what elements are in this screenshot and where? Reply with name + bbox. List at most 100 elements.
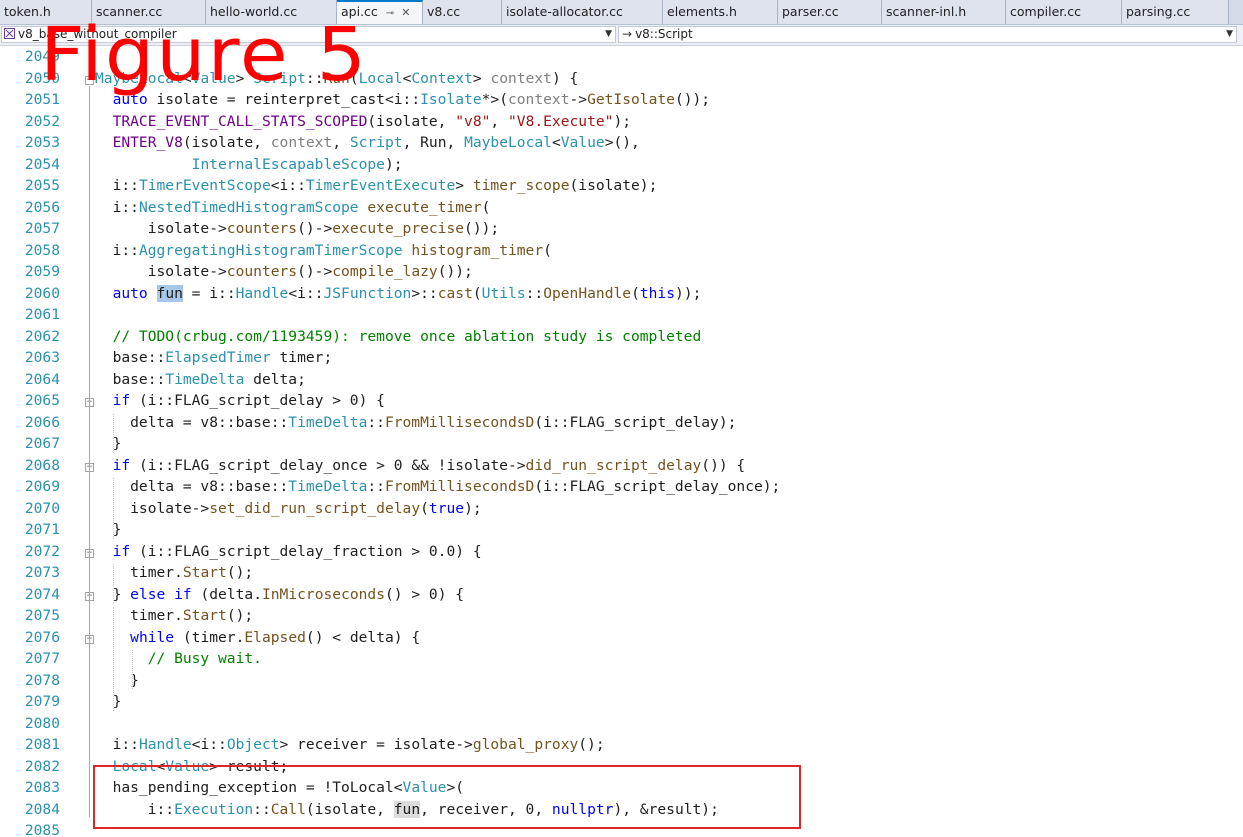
code-line[interactable]: base::TimeDelta delta; xyxy=(95,371,306,388)
code-line[interactable]: } xyxy=(95,521,122,538)
line-number: 2071 xyxy=(24,521,60,538)
code-line[interactable]: i::TimerEventScope<i::TimerEventExecute>… xyxy=(95,177,658,194)
arrow-right-icon: → xyxy=(622,27,633,41)
code-line[interactable]: i::Handle<i::Object> receiver = isolate-… xyxy=(95,736,605,753)
project-name: v8_base_without_compiler xyxy=(18,27,177,41)
line-number: 2068 xyxy=(24,456,60,474)
line-number: 2052 xyxy=(24,112,60,130)
tab-label: isolate-allocator.cc xyxy=(506,4,623,19)
line-number: 2077 xyxy=(24,650,60,667)
code-line[interactable]: i::Execution::Call(isolate, fun, receive… xyxy=(95,800,719,818)
line-number: 2058 xyxy=(24,241,60,259)
tab-label: scanner.cc xyxy=(96,4,163,19)
code-line[interactable]: isolate->set_did_run_script_delay(true); xyxy=(95,500,482,517)
indent-guide xyxy=(113,413,114,453)
line-number: 2051 xyxy=(24,91,60,108)
line-number: 2075 xyxy=(24,607,60,624)
tab-parser-cc[interactable]: parser.cc xyxy=(778,0,882,24)
tab-label: parser.cc xyxy=(782,4,839,19)
code-line[interactable]: delta = v8::base::TimeDelta::FromMillise… xyxy=(95,414,736,431)
code-line[interactable]: isolate->counters()->execute_precise()); xyxy=(95,220,500,237)
code-line[interactable]: // Busy wait. xyxy=(95,650,262,667)
line-number: 2056 xyxy=(24,198,60,216)
scope-name: v8::Script xyxy=(635,27,693,41)
line-number: 2050 xyxy=(24,69,60,87)
chevron-down-icon: ▼ xyxy=(1226,29,1233,39)
line-number: 2059 xyxy=(24,263,60,280)
line-number: 2085 xyxy=(24,822,60,837)
project-icon xyxy=(4,28,15,39)
navigation-bar: v8_base_without_compiler ▼ → v8::Script ▼ xyxy=(0,25,1243,46)
indent-guide xyxy=(132,650,133,689)
code-line[interactable]: i::NestedTimedHistogramScope execute_tim… xyxy=(95,199,491,216)
tab-parsing-cc[interactable]: parsing.cc xyxy=(1122,0,1229,24)
line-number: 2083 xyxy=(24,779,60,796)
tab-elements-h[interactable]: elements.h xyxy=(663,0,778,24)
tab-label: scanner-inl.h xyxy=(886,4,967,19)
code-line[interactable]: if (i::FLAG_script_delay > 0) { xyxy=(95,392,385,409)
line-number: 2084 xyxy=(24,800,60,818)
tab-isolate-allocator-cc[interactable]: isolate-allocator.cc xyxy=(502,0,663,24)
tab-hello-world-cc[interactable]: hello-world.cc xyxy=(206,0,337,24)
chevron-down-icon: ▼ xyxy=(605,29,612,39)
tab-v8-cc[interactable]: v8.cc xyxy=(423,0,502,24)
code-line[interactable]: Local<Value> result; xyxy=(95,758,289,775)
tab-scanner-inl-h[interactable]: scanner-inl.h xyxy=(882,0,1006,24)
code-line[interactable]: MaybeLocal<Value> Script::Run(Local<Cont… xyxy=(95,70,578,87)
code-line[interactable]: if (i::FLAG_script_delay_once > 0 && !is… xyxy=(95,457,746,474)
line-number: 2082 xyxy=(24,757,60,775)
fold-line xyxy=(89,85,90,817)
line-number: 2054 xyxy=(24,155,60,173)
line-number: 2073 xyxy=(24,564,60,581)
tab-label: compiler.cc xyxy=(1010,4,1081,19)
code-line[interactable]: ENTER_V8(isolate, context, Script, Run, … xyxy=(95,134,640,151)
line-number: 2080 xyxy=(24,714,60,732)
collapse-icon[interactable]: − xyxy=(85,75,94,85)
code-line[interactable]: } else if (delta.InMicroseconds() > 0) { xyxy=(95,586,465,603)
code-line[interactable]: i::AggregatingHistogramTimerScope histog… xyxy=(95,242,552,259)
code-editor[interactable]: 2049 2050 MaybeLocal<Value> Script::Run(Lo… xyxy=(0,46,1243,837)
tab-label: elements.h xyxy=(667,4,737,19)
line-number: 2076 xyxy=(24,628,60,646)
pin-icon[interactable]: ⊸ xyxy=(386,8,394,19)
code-line[interactable]: timer.Start(); xyxy=(95,607,253,624)
tab-label: hello-world.cc xyxy=(210,4,298,19)
code-line[interactable]: base::ElapsedTimer timer; xyxy=(95,349,333,366)
code-line[interactable]: while (timer.Elapsed() < delta) { xyxy=(95,629,420,646)
line-number: 2070 xyxy=(24,499,60,517)
close-icon[interactable]: ✕ xyxy=(401,6,410,19)
code-line[interactable]: // TODO(crbug.com/1193459): remove once … xyxy=(95,328,702,345)
code-line[interactable]: } xyxy=(95,435,122,452)
tab-token-h[interactable]: token.h xyxy=(0,0,92,24)
indent-guide xyxy=(113,478,114,539)
tab-compiler-cc[interactable]: compiler.cc xyxy=(1006,0,1122,24)
line-number: 2072 xyxy=(24,542,60,560)
line-number: 2062 xyxy=(24,327,60,345)
project-dropdown[interactable]: v8_base_without_compiler ▼ xyxy=(1,26,616,43)
code-line[interactable]: if (i::FLAG_script_delay_fraction > 0.0)… xyxy=(95,543,482,560)
code-line[interactable]: auto isolate = reinterpret_cast<i::Isola… xyxy=(95,91,711,108)
line-number: 2069 xyxy=(24,478,60,495)
line-number: 2065 xyxy=(24,392,60,409)
line-number: 2079 xyxy=(24,693,60,710)
code-line[interactable]: TRACE_EVENT_CALL_STATS_SCOPED(isolate, "… xyxy=(95,113,631,130)
tab-api-cc[interactable]: api.cc ⊸ ✕ xyxy=(337,0,423,24)
code-line[interactable]: isolate->counters()->compile_lazy()); xyxy=(95,263,473,280)
code-line[interactable]: timer.Start(); xyxy=(95,564,253,581)
code-line[interactable]: has_pending_exception = !ToLocal<Value>( xyxy=(95,779,464,796)
code-line[interactable]: InternalEscapableScope); xyxy=(95,156,403,173)
indent-guide xyxy=(113,607,114,711)
line-number: 2081 xyxy=(24,736,60,753)
line-number: 2055 xyxy=(24,177,60,194)
tab-label: token.h xyxy=(4,4,51,19)
code-line[interactable]: auto fun = i::Handle<i::JSFunction>::cas… xyxy=(95,284,701,302)
line-number: 2057 xyxy=(24,220,60,237)
code-line[interactable]: delta = v8::base::TimeDelta::FromMillise… xyxy=(95,478,780,495)
code-line[interactable]: } xyxy=(95,693,122,710)
line-number: 2063 xyxy=(24,349,60,366)
tab-scanner-cc[interactable]: scanner.cc xyxy=(92,0,206,24)
line-number: 2053 xyxy=(24,134,60,151)
scope-dropdown[interactable]: → v8::Script ▼ xyxy=(618,26,1237,43)
line-number: 2074 xyxy=(24,585,60,603)
line-number: 2061 xyxy=(24,306,60,323)
